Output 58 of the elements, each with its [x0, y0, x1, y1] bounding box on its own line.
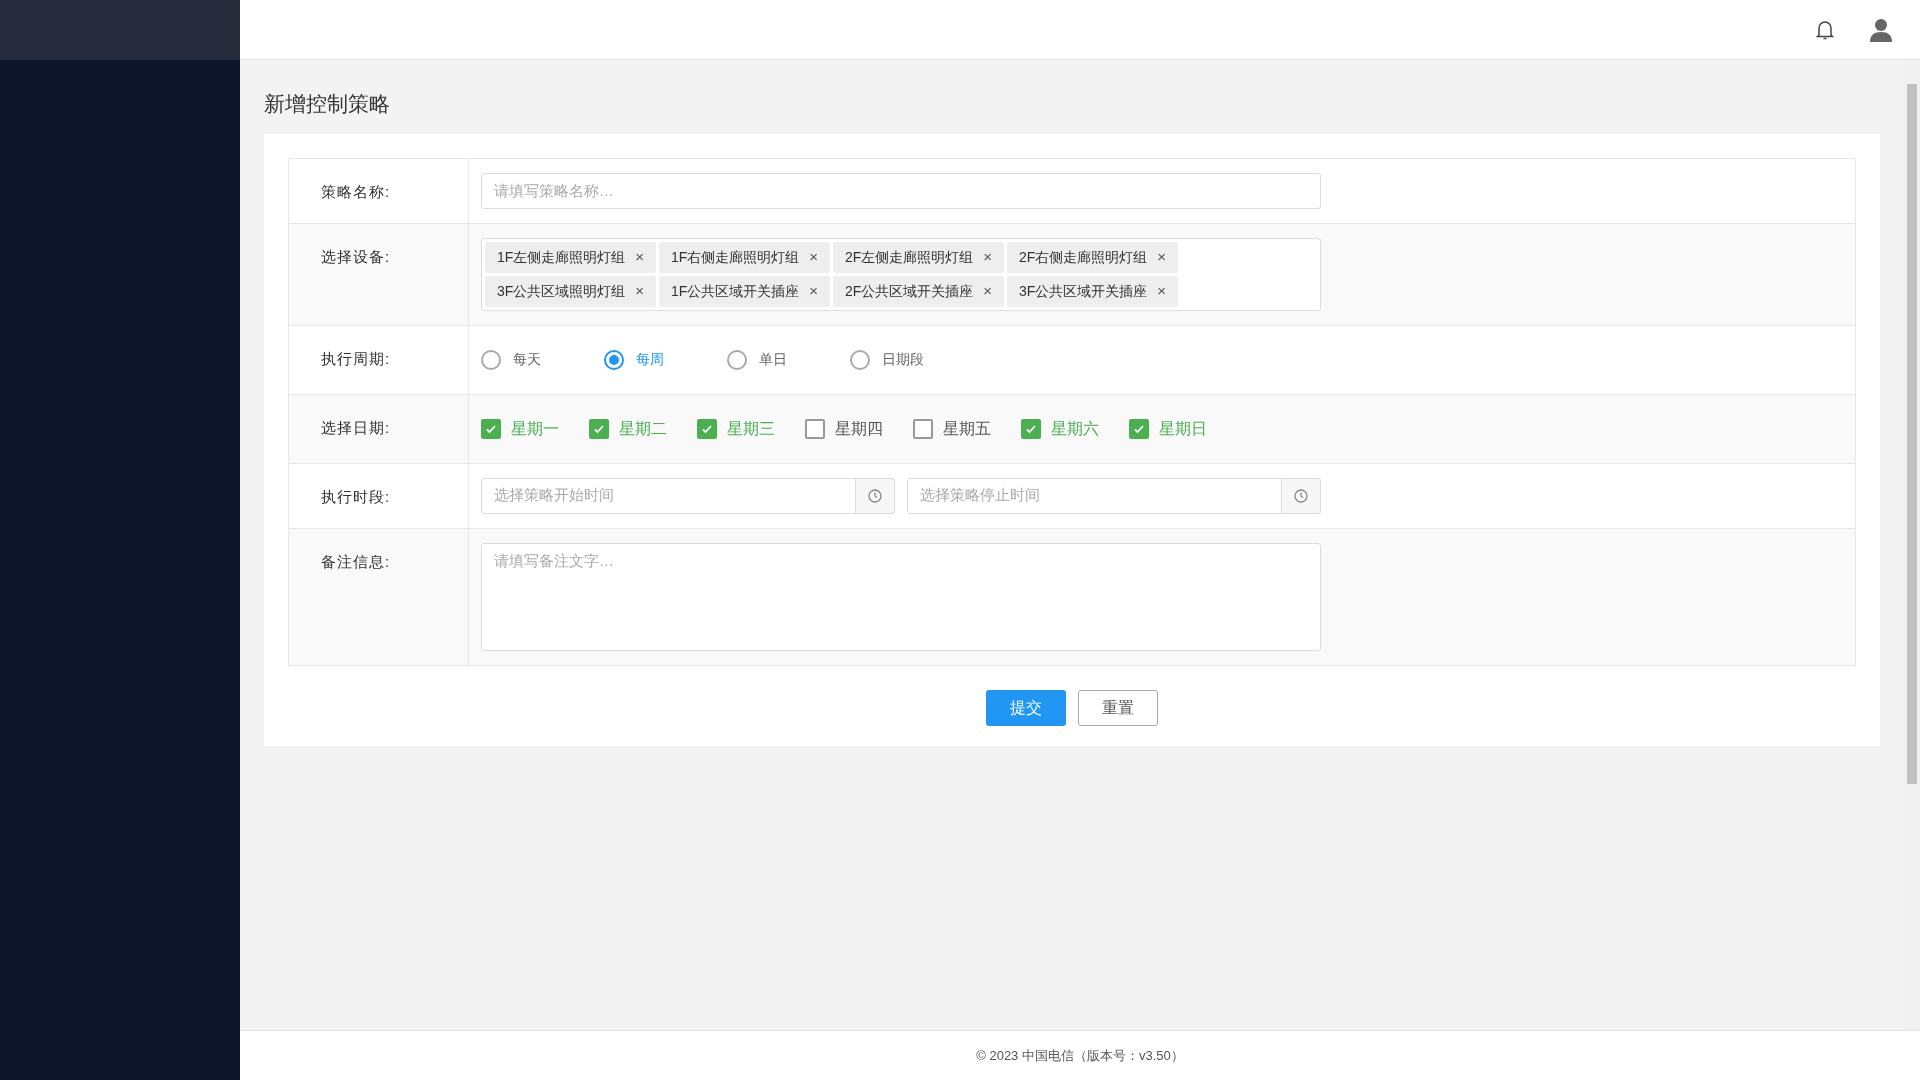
- device-tag: 2F左侧走廊照明灯组: [845, 246, 974, 268]
- bell-icon[interactable]: [1816, 19, 1834, 40]
- user-avatar-icon[interactable]: [1870, 17, 1892, 42]
- radio-button[interactable]: [604, 349, 624, 370]
- checkbox[interactable]: [697, 418, 717, 439]
- notes-textarea[interactable]: 请填写备注文字…: [481, 542, 1321, 651]
- checkbox-label: 星期一: [511, 418, 559, 439]
- remove-tag-button[interactable]: ×: [1157, 245, 1166, 269]
- footer-text: © 2023 中国电信（版本号：v3.50）: [976, 1046, 1184, 1065]
- remove-tag-button[interactable]: ×: [809, 279, 818, 303]
- time-picker-button[interactable]: [1282, 477, 1321, 514]
- checkbox[interactable]: [481, 418, 501, 439]
- checkbox-label: 星期五: [943, 418, 991, 439]
- remove-tag-button[interactable]: ×: [635, 245, 644, 269]
- checkbox-label: 星期四: [835, 418, 883, 439]
- device-tag: 1F左侧走廊照明灯组: [497, 246, 626, 268]
- remove-tag-button[interactable]: ×: [983, 245, 992, 269]
- radio-label: 每天: [513, 350, 541, 369]
- field-label: 执行周期:: [321, 349, 391, 367]
- checkbox-label: 星期二: [619, 418, 667, 439]
- field-label: 策略名称:: [321, 182, 391, 200]
- field-label: 备注信息:: [321, 552, 391, 570]
- field-label: 执行时段:: [321, 487, 391, 505]
- radio-label: 每周: [636, 350, 664, 369]
- device-tag: 2F右侧走廊照明灯组: [1019, 246, 1148, 268]
- strategy-name-input[interactable]: 请填写策略名称…: [481, 172, 1321, 209]
- checkbox[interactable]: [589, 418, 609, 439]
- device-tag: 2F公共区域开关插座: [845, 280, 974, 302]
- device-tag: 1F右侧走廊照明灯组: [671, 246, 800, 268]
- remove-tag-button[interactable]: ×: [983, 279, 992, 303]
- checkbox-label: 星期六: [1051, 418, 1099, 439]
- clock-icon: [868, 488, 882, 503]
- checkbox[interactable]: [1129, 418, 1149, 439]
- time-input[interactable]: 选择策略开始时间: [481, 477, 856, 514]
- radio-label: 日期段: [882, 350, 924, 369]
- clock-icon: [1294, 488, 1308, 503]
- device-select[interactable]: 1F左侧走廊照明灯组 × 1F右侧走廊照明灯组 × 2F左侧走廊照明灯组 × 2F右侧走廊照明灯组 × 3F公共区域照明灯组 × 1F公共区域开关插座 × 2F公共区域开关插座 × 3F公共区域开关插座 ×: [481, 237, 1321, 311]
- field-label: 选择设备:: [321, 247, 391, 265]
- device-tag: 3F公共区域照明灯组: [497, 280, 626, 302]
- checkbox[interactable]: [1021, 418, 1041, 439]
- radio-button[interactable]: [850, 349, 870, 370]
- radio-button[interactable]: [481, 349, 501, 370]
- checkbox-label: 星期日: [1159, 418, 1207, 439]
- time-picker-button[interactable]: [856, 477, 895, 514]
- radio-label: 单日: [759, 350, 787, 369]
- remove-tag-button[interactable]: ×: [635, 279, 644, 303]
- device-tag: 3F公共区域开关插座: [1019, 280, 1148, 302]
- reset-button[interactable]: 重置: [1078, 689, 1158, 726]
- checkbox-label: 星期三: [727, 418, 775, 439]
- time-input[interactable]: 选择策略停止时间: [907, 477, 1282, 514]
- checkbox[interactable]: [805, 418, 825, 439]
- remove-tag-button[interactable]: ×: [1157, 279, 1166, 303]
- remove-tag-button[interactable]: ×: [809, 245, 818, 269]
- field-label: 选择日期:: [321, 418, 391, 436]
- device-tag: 1F公共区域开关插座: [671, 280, 800, 302]
- checkbox[interactable]: [913, 418, 933, 439]
- radio-button[interactable]: [727, 349, 747, 370]
- page-title: 新增控制策略: [264, 91, 391, 117]
